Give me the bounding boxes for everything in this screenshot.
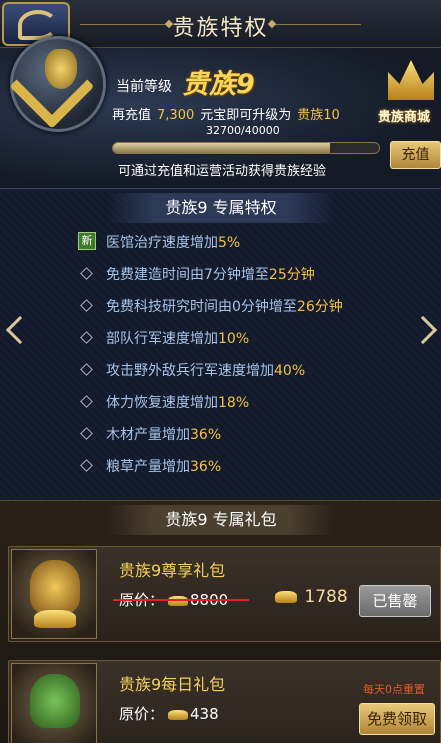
ingot-icon: [34, 610, 76, 628]
upgrade-prefix: 再充值: [112, 108, 152, 123]
title-ornament-right: [271, 24, 361, 25]
crown-icon: [388, 60, 434, 100]
privilege-desc: 攻击野外敌兵行军速度增加: [106, 363, 274, 379]
exp-progress-text: 32700/40000: [206, 124, 280, 137]
next-level-name: 贵族10: [297, 108, 340, 123]
original-price-value: 438: [190, 705, 219, 723]
privilege-desc: 部队行军速度增加: [106, 331, 218, 347]
sale-price-value: 1788: [304, 587, 348, 607]
privilege-desc: 体力恢复速度增加: [106, 395, 218, 411]
gift-card-daily: 贵族9每日礼包 原价： 438 每天0点重置 免费领取: [8, 660, 441, 743]
privilege-text: 体力恢复速度增加18%: [106, 392, 249, 412]
exp-hint: 可通过充值和运营活动获得贵族经验: [118, 164, 327, 179]
shop-label: 贵族商城: [378, 110, 431, 125]
privilege-text: 免费建造时间由7分钟增至25分钟: [106, 264, 315, 284]
sold-out-button[interactable]: 已售罄: [359, 585, 431, 617]
privilege-value: 18%: [218, 395, 250, 411]
privilege-text: 部队行军速度增加10%: [106, 328, 249, 348]
new-badge-icon: 新: [78, 232, 96, 250]
privilege-text: 免费科技研究时间由0分钟增至26分钟: [106, 296, 343, 316]
noble-emblem-icon: [9, 36, 106, 132]
exp-progress-fill: [113, 143, 331, 153]
upgrade-requirement: 再充值 7,300 元宝即可升级为 贵族10: [112, 104, 346, 123]
gift-image: [11, 549, 97, 639]
gift-name: 贵族9尊享礼包: [119, 561, 226, 580]
privilege-text: 木材产量增加36%: [106, 424, 221, 444]
price-label: 原价：: [119, 705, 165, 723]
upgrade-amount: 7,300: [157, 108, 195, 123]
noble-shop-button[interactable]: 贵族商城: [378, 58, 441, 130]
upgrade-middle: 元宝即可升级为: [200, 108, 292, 123]
privilege-desc: 木材产量增加: [106, 427, 190, 443]
privilege-value: 25分钟: [268, 267, 315, 283]
privilege-value: 36%: [190, 459, 222, 475]
privilege-text: 医馆治疗速度增加5%: [106, 232, 240, 252]
privilege-text: 粮草产量增加36%: [106, 456, 221, 476]
gifts-title: 贵族9 专属礼包: [108, 505, 334, 535]
privilege-desc: 免费建造时间由7分钟增至: [106, 267, 269, 283]
original-price: 原价： 438: [119, 703, 219, 724]
privilege-desc: 免费科技研究时间由0分钟增至: [106, 299, 297, 315]
privilege-value: 40%: [274, 363, 306, 379]
recharge-button[interactable]: 充值: [390, 141, 441, 169]
sale-price: 1788: [271, 587, 348, 607]
price-strikethrough: [113, 599, 249, 601]
ingot-icon: [275, 591, 297, 603]
golden-dragon-icon: [30, 560, 80, 614]
privilege-value: 26分钟: [296, 299, 343, 315]
gift-name: 贵族9每日礼包: [119, 675, 226, 694]
privilege-desc: 粮草产量增加: [106, 459, 190, 475]
privilege-value: 36%: [190, 427, 222, 443]
jade-dragon-icon: [30, 674, 80, 728]
gift-image: [11, 663, 97, 743]
privilege-text: 攻击野外敌兵行军速度增加40%: [106, 360, 305, 380]
reset-note: 每天0点重置: [363, 683, 425, 696]
privileges-title: 贵族9 专属特权: [108, 193, 334, 223]
free-claim-button[interactable]: 免费领取: [359, 703, 435, 735]
current-level-name: 贵族9: [182, 69, 255, 100]
privilege-desc: 医馆治疗速度增加: [106, 235, 218, 251]
privilege-value: 10%: [218, 331, 250, 347]
ingot-icon: [168, 709, 189, 720]
gift-card-premium: 贵族9尊享礼包 原价： 8800 1788 已售罄: [8, 546, 441, 642]
privilege-value: 5%: [218, 235, 241, 251]
current-level-label: 当前等级: [116, 79, 172, 95]
exp-progress-bar: [112, 142, 380, 154]
emblem-dragon: [45, 49, 77, 89]
